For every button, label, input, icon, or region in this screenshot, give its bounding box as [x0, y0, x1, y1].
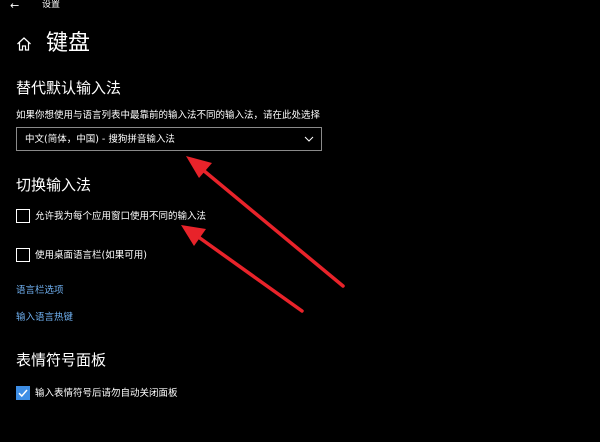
- emoji-panel-heading: 表情符号面板: [16, 351, 107, 369]
- back-arrow-icon[interactable]: ←: [10, 0, 24, 12]
- emoji-auto-close-checkbox[interactable]: [16, 386, 30, 400]
- desktop-language-bar-checkbox[interactable]: [16, 248, 30, 262]
- emoji-auto-close-label: 输入表情符号后请勿自动关闭面板: [35, 388, 178, 399]
- per-app-input-checkbox[interactable]: [16, 209, 30, 223]
- checkmark-icon: [18, 389, 28, 398]
- page-title: 键盘: [46, 31, 91, 56]
- title-bar: ← 设置: [0, 0, 600, 14]
- annotation-arrow-to-dropdown: [186, 156, 345, 288]
- home-icon: [17, 37, 31, 51]
- input-language-hotkeys-link[interactable]: 输入语言热键: [16, 311, 73, 324]
- switch-input-heading: 切换输入法: [16, 176, 92, 194]
- desktop-language-bar-label: 使用桌面语言栏(如果可用): [35, 250, 147, 261]
- default-input-heading: 替代默认输入法: [16, 79, 122, 97]
- per-app-input-label: 允许我为每个应用窗口使用不同的输入法: [35, 211, 207, 222]
- default-input-description: 如果你想使用与语言列表中最靠前的输入法不同的输入法，请在此处选择: [16, 110, 321, 121]
- language-bar-options-link[interactable]: 语言栏选项: [16, 284, 64, 297]
- default-input-dropdown[interactable]: 中文(简体，中国) - 搜狗拼音输入法: [16, 127, 322, 151]
- chevron-down-icon: [304, 136, 314, 142]
- dropdown-selected-value: 中文(简体，中国) - 搜狗拼音输入法: [25, 134, 175, 145]
- annotation-arrow-to-checkbox: [181, 225, 304, 313]
- window-title: 设置: [42, 0, 61, 10]
- settings-window: ← 设置 键盘 替代默认输入法 如果你想使用与语言列表中最靠前的输入法不同的输入…: [0, 0, 600, 442]
